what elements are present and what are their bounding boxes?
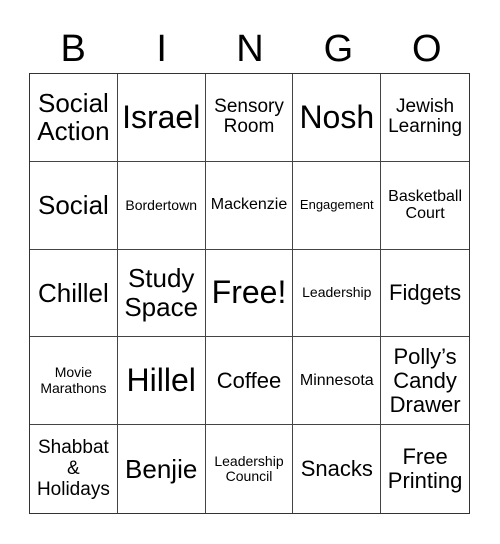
bingo-cell[interactable]: Study Space xyxy=(117,249,206,338)
bingo-cell[interactable]: Nosh xyxy=(293,74,382,162)
bingo-cell[interactable]: Israel xyxy=(117,74,206,162)
header-letter-o: O xyxy=(412,28,442,70)
bingo-cell[interactable]: Polly’s Candy Drawer xyxy=(381,337,469,426)
header-letter-g: G xyxy=(323,28,354,70)
bingo-cell[interactable]: Fidgets xyxy=(381,250,469,338)
bingo-cell[interactable]: Sensory Room xyxy=(205,74,294,162)
bingo-cell[interactable]: Shabbat & Holidays xyxy=(30,425,118,513)
bingo-cell[interactable]: Chillel xyxy=(30,249,118,338)
bingo-cell[interactable]: Bordertown xyxy=(117,161,206,250)
bingo-cell[interactable]: Minnesota xyxy=(293,337,382,426)
bingo-cell[interactable]: Mackenzie xyxy=(205,161,294,250)
header-letter-b: B xyxy=(60,28,86,70)
bingo-cell[interactable]: Free Printing xyxy=(381,425,469,513)
bingo-cell[interactable]: Social Action xyxy=(30,74,118,162)
bingo-cell[interactable]: Hillel xyxy=(117,337,206,426)
bingo-cell[interactable]: Jewish Learning xyxy=(381,74,469,162)
bingo-cell[interactable]: Social xyxy=(30,161,118,250)
bingo-cell[interactable]: Snacks xyxy=(293,425,382,513)
bingo-cell[interactable]: Engagement xyxy=(293,161,382,250)
bingo-cell[interactable]: Movie Marathons xyxy=(30,337,118,426)
bingo-cell[interactable]: Leadership xyxy=(293,249,382,338)
bingo-cell[interactable]: Benjie xyxy=(118,425,206,513)
bingo-header: B I N G O xyxy=(29,26,471,72)
bingo-cell[interactable]: Leadership Council xyxy=(206,425,294,513)
bingo-cell[interactable]: Free! xyxy=(205,249,294,338)
header-letter-i: I xyxy=(156,28,167,70)
bingo-grid: Social Action Israel Sensory Room Nosh Jewis… xyxy=(29,73,470,514)
bingo-cell[interactable]: Basketball Court xyxy=(381,162,469,250)
bingo-cell[interactable]: Coffee xyxy=(205,337,294,426)
header-letter-n: N xyxy=(236,28,264,70)
